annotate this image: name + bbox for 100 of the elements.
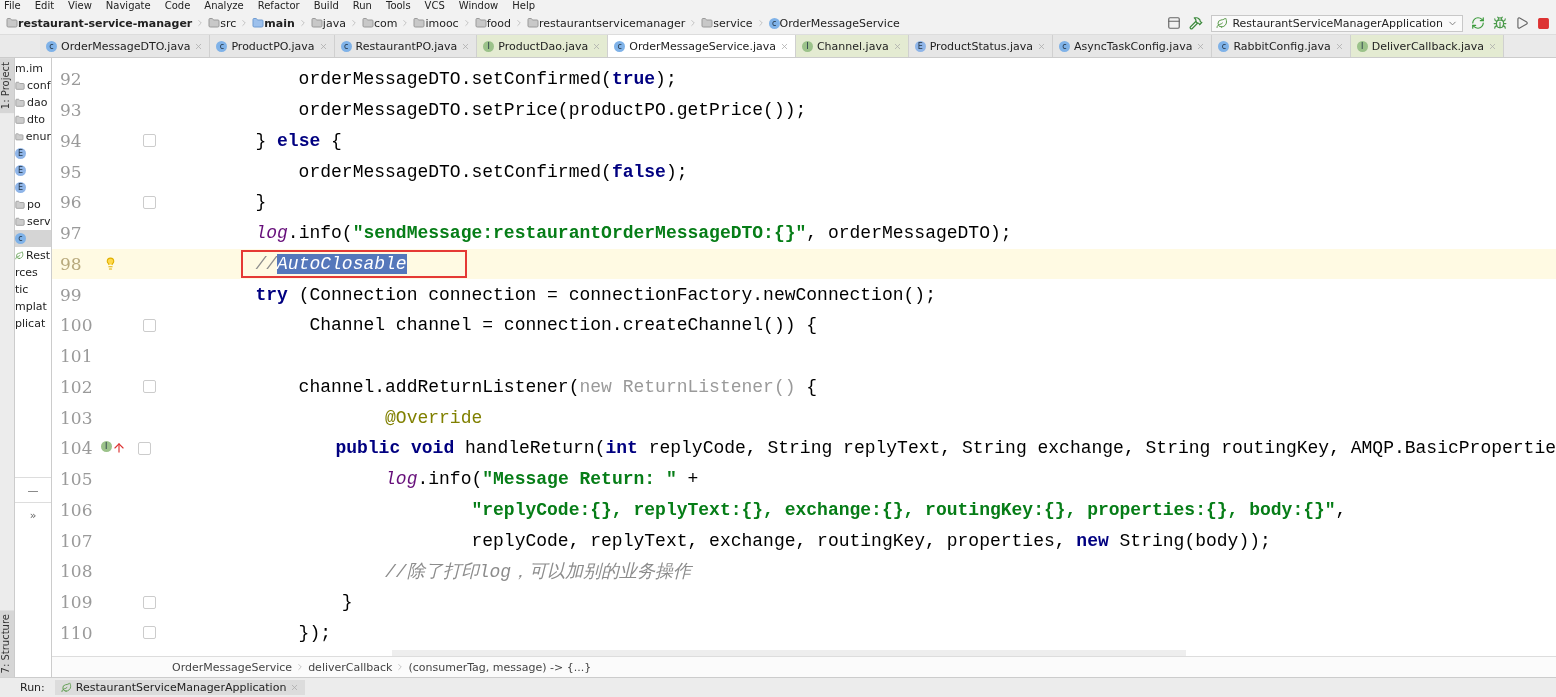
project-tree-item[interactable]: conf [15, 77, 51, 94]
fold-marker[interactable] [137, 441, 151, 455]
menu-item[interactable]: Tools [385, 0, 411, 12]
project-tree-item[interactable]: E [15, 145, 51, 162]
editor-tab[interactable]: c AsyncTaskConfig.java [1053, 35, 1213, 57]
file-type-icon: I [483, 40, 495, 52]
menu-item[interactable]: Edit [34, 0, 55, 12]
code-breadcrumb[interactable]: deliverCallback [308, 660, 393, 674]
bug-icon[interactable] [1493, 16, 1507, 30]
project-tree-item[interactable]: tic [15, 281, 51, 298]
code-line: @Override [384, 407, 483, 428]
project-tree-item[interactable]: enur [15, 128, 51, 145]
class-icon: c [768, 17, 780, 29]
stop-icon[interactable] [1537, 16, 1550, 30]
nav-crumb[interactable]: src [220, 16, 237, 30]
fold-marker[interactable] [142, 134, 156, 148]
close-icon[interactable] [592, 41, 602, 51]
code-breadcrumb[interactable]: OrderMessageService [172, 660, 293, 674]
code-line: log.info("sendMessage:restaurantOrderMessageDTO:{}", orderMessageDTO); [254, 223, 1012, 244]
fold-marker[interactable] [142, 626, 156, 640]
project-tree-item[interactable]: mplat [15, 298, 51, 315]
line-number: 110 [59, 622, 94, 643]
close-icon[interactable] [892, 41, 902, 51]
editor-tab[interactable]: E ProductStatus.java [908, 35, 1054, 57]
close-icon[interactable] [1196, 41, 1206, 51]
code-breadcrumb[interactable]: (consumerTag, message) -> {...} [408, 660, 592, 674]
hammer-icon[interactable] [1189, 16, 1204, 30]
menu-item[interactable]: Window [458, 0, 499, 12]
tab-label: DeliverCallback.java [1371, 39, 1485, 53]
close-icon[interactable] [461, 41, 471, 51]
editor-tab[interactable]: c RabbitConfig.java [1212, 35, 1351, 57]
editor-tab[interactable]: c OrderMessageService.java [608, 35, 796, 57]
project-tree-item[interactable]: c [15, 230, 51, 247]
close-icon[interactable] [1334, 41, 1344, 51]
folder-icon [474, 17, 487, 29]
fold-marker[interactable] [142, 595, 156, 609]
project-tree-item[interactable]: rces [15, 264, 51, 281]
tab-label: RestaurantPO.java [355, 39, 458, 53]
nav-crumb[interactable]: com [373, 16, 398, 30]
menu-item[interactable]: View [68, 0, 92, 12]
menu-item[interactable]: File [4, 0, 21, 12]
project-tree-item[interactable]: E [15, 162, 51, 179]
menu-item[interactable]: Refactor [257, 0, 300, 12]
nav-crumb[interactable]: imooc [425, 16, 459, 30]
editor-tab[interactable]: c OrderMessageDTO.java [40, 35, 211, 57]
project-tree-item[interactable]: E [15, 179, 51, 196]
editor-tab[interactable]: c RestaurantPO.java [334, 35, 478, 57]
nav-crumb[interactable]: main [264, 16, 295, 30]
code-line: Channel channel = connection.createChannel()) { [308, 315, 818, 336]
rerun-icon[interactable] [1471, 16, 1485, 30]
nav-crumb[interactable]: restaurant-service-manager [18, 16, 193, 30]
close-icon[interactable] [194, 41, 204, 51]
tab-label: RabbitConfig.java [1233, 39, 1331, 53]
tab-label: OrderMessageService.java [629, 39, 776, 53]
menu-item[interactable]: Build [313, 0, 339, 12]
close-icon[interactable] [318, 41, 328, 51]
menu-item[interactable]: Help [512, 0, 536, 12]
project-tree-item[interactable]: m.im [15, 60, 51, 77]
editor-tab[interactable]: I DeliverCallback.java [1350, 35, 1505, 57]
close-icon[interactable] [1488, 41, 1498, 51]
run-tab[interactable]: RestaurantServiceManagerApplication [54, 680, 306, 695]
run-config-dropdown[interactable]: RestaurantServiceManagerApplication [1211, 14, 1463, 32]
editor-tab[interactable]: I ProductDao.java [477, 35, 609, 57]
close-icon[interactable] [779, 41, 789, 51]
project-tree-item[interactable]: dto [15, 111, 51, 128]
panel-control[interactable]: » [15, 502, 51, 527]
editor-tab[interactable]: c ProductPO.java [210, 35, 335, 57]
menu-item[interactable]: Run [352, 0, 372, 12]
nav-crumb[interactable]: java [322, 16, 346, 30]
project-tree-item[interactable]: serv [15, 213, 51, 230]
nav-crumb[interactable]: food [486, 16, 511, 30]
editor-tab[interactable]: I Channel.java [795, 35, 909, 57]
menu-item[interactable]: Navigate [105, 0, 151, 12]
menu-item[interactable]: Analyze [204, 0, 244, 12]
project-tree-item[interactable]: po [15, 196, 51, 213]
nav-crumb[interactable]: service [713, 16, 753, 30]
menu-item[interactable]: Code [164, 0, 191, 12]
code-line: "replyCode:{}, replyText:{}, exchange:{}, routingKey:{}, properties:{}, body:{}", [470, 499, 1347, 520]
leaf-icon [15, 251, 24, 260]
fold-marker[interactable] [142, 318, 156, 332]
project-tree-item[interactable]: plicat [15, 315, 51, 332]
close-icon[interactable] [1037, 41, 1047, 51]
project-tool-tab[interactable]: 1: Project [0, 58, 14, 114]
folder-icon [361, 17, 374, 29]
leaf-icon [60, 682, 72, 693]
run-label: Run: [20, 681, 45, 694]
fold-marker[interactable] [142, 380, 156, 394]
close-icon[interactable] [290, 683, 300, 692]
nav-crumb[interactable]: restaurantservicemanager [539, 16, 686, 30]
layout-icon[interactable] [1167, 16, 1182, 30]
project-tree-item[interactable]: dao [15, 94, 51, 111]
code-line: orderMessageDTO.setConfirmed(false); [297, 161, 688, 182]
nav-crumb[interactable]: OrderMessageService [779, 16, 900, 30]
tab-label: Channel.java [816, 39, 889, 53]
code-line: } [254, 192, 267, 213]
project-tree-item[interactable]: Rest [15, 247, 51, 264]
fold-marker[interactable] [142, 195, 156, 209]
menu-item[interactable]: VCS [424, 0, 445, 12]
panel-control[interactable]: — [15, 477, 51, 502]
structure-tool-tab[interactable]: 7: Structure [0, 609, 14, 677]
